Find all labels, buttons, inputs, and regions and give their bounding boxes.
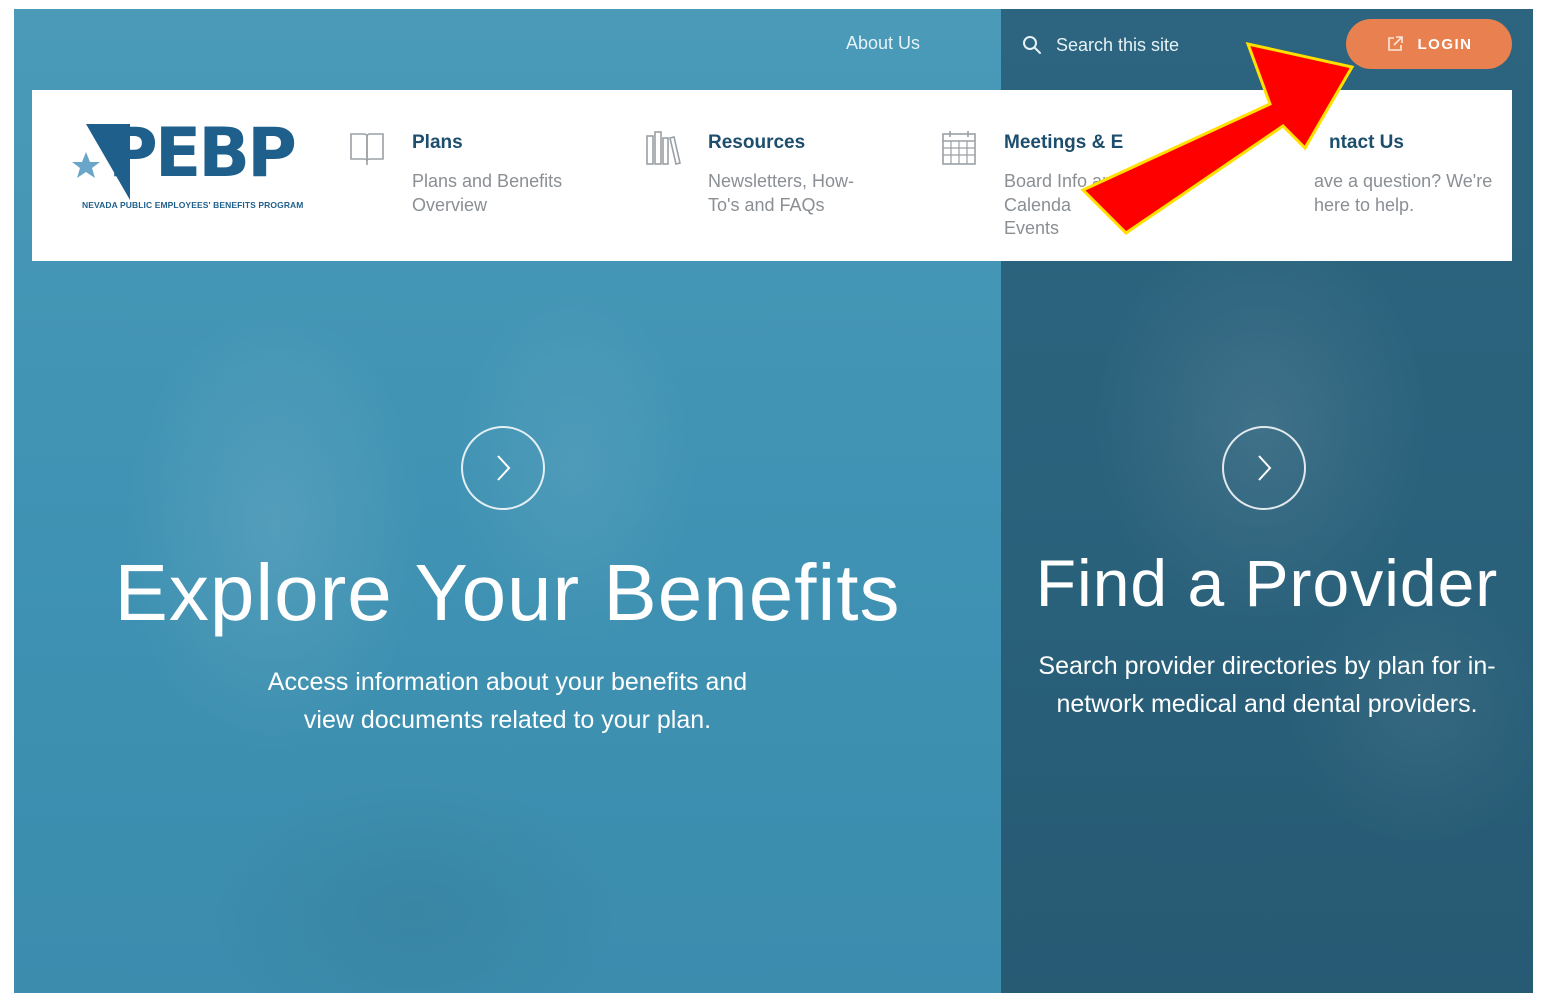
search-input[interactable] xyxy=(1056,34,1246,56)
login-label: LOGIN xyxy=(1417,35,1473,53)
logo-letters: PEBP xyxy=(108,114,297,193)
explore-benefits-subtitle-line1: Access information about your benefits a… xyxy=(267,668,748,696)
page-frame: About Us LOGIN PEBP NEVADA PUBLIC EMPLOY… xyxy=(14,9,1533,993)
book-icon xyxy=(350,133,384,165)
explore-benefits-subtitle-line2: view documents related to your plan. xyxy=(303,706,712,734)
external-link-icon xyxy=(1387,36,1403,51)
find-provider-title[interactable]: Find a Provider xyxy=(1001,545,1533,621)
calendar-icon xyxy=(942,131,976,165)
explore-benefits-title[interactable]: Explore Your Benefits xyxy=(14,547,1001,639)
pebp-logo[interactable]: PEBP NEVADA PUBLIC EMPLOYEES' BENEFITS P… xyxy=(72,114,303,214)
about-us-link[interactable]: About Us xyxy=(846,33,920,54)
nav-meetings-desc: Board Info and Calenda Events xyxy=(1004,171,1123,238)
search-icon xyxy=(1023,36,1041,54)
explore-benefits-arrow-button[interactable] xyxy=(461,426,545,510)
nav-resources-desc: Newsletters, How-To's and FAQs xyxy=(708,171,855,215)
find-provider-arrow-button[interactable] xyxy=(1222,426,1306,510)
login-button[interactable]: LOGIN xyxy=(1346,19,1512,69)
nav-meetings-title: Meetings & E xyxy=(1004,132,1124,153)
find-provider-subtitle-line1: Search provider directories by plan for … xyxy=(1038,652,1496,680)
logo-tagline: NEVADA PUBLIC EMPLOYEES' BENEFITS PROGRA… xyxy=(82,200,304,210)
chevron-right-icon xyxy=(1258,455,1272,481)
nav-contact-desc: ave a question? We're here to help. xyxy=(1314,171,1493,215)
chevron-right-icon xyxy=(497,455,511,481)
main-nav-card: PEBP NEVADA PUBLIC EMPLOYEES' BENEFITS P… xyxy=(32,90,1512,261)
nav-resources-title: Resources xyxy=(708,132,806,153)
nav-contact-title: ntact Us xyxy=(1329,132,1404,153)
library-icon xyxy=(646,131,681,165)
nav-plans-title: Plans xyxy=(412,132,463,153)
site-search[interactable] xyxy=(1022,29,1262,61)
find-provider-subtitle-line2: network medical and dental providers. xyxy=(1056,690,1478,718)
nav-plans-desc: Plans and Benefits Overview xyxy=(412,171,563,215)
